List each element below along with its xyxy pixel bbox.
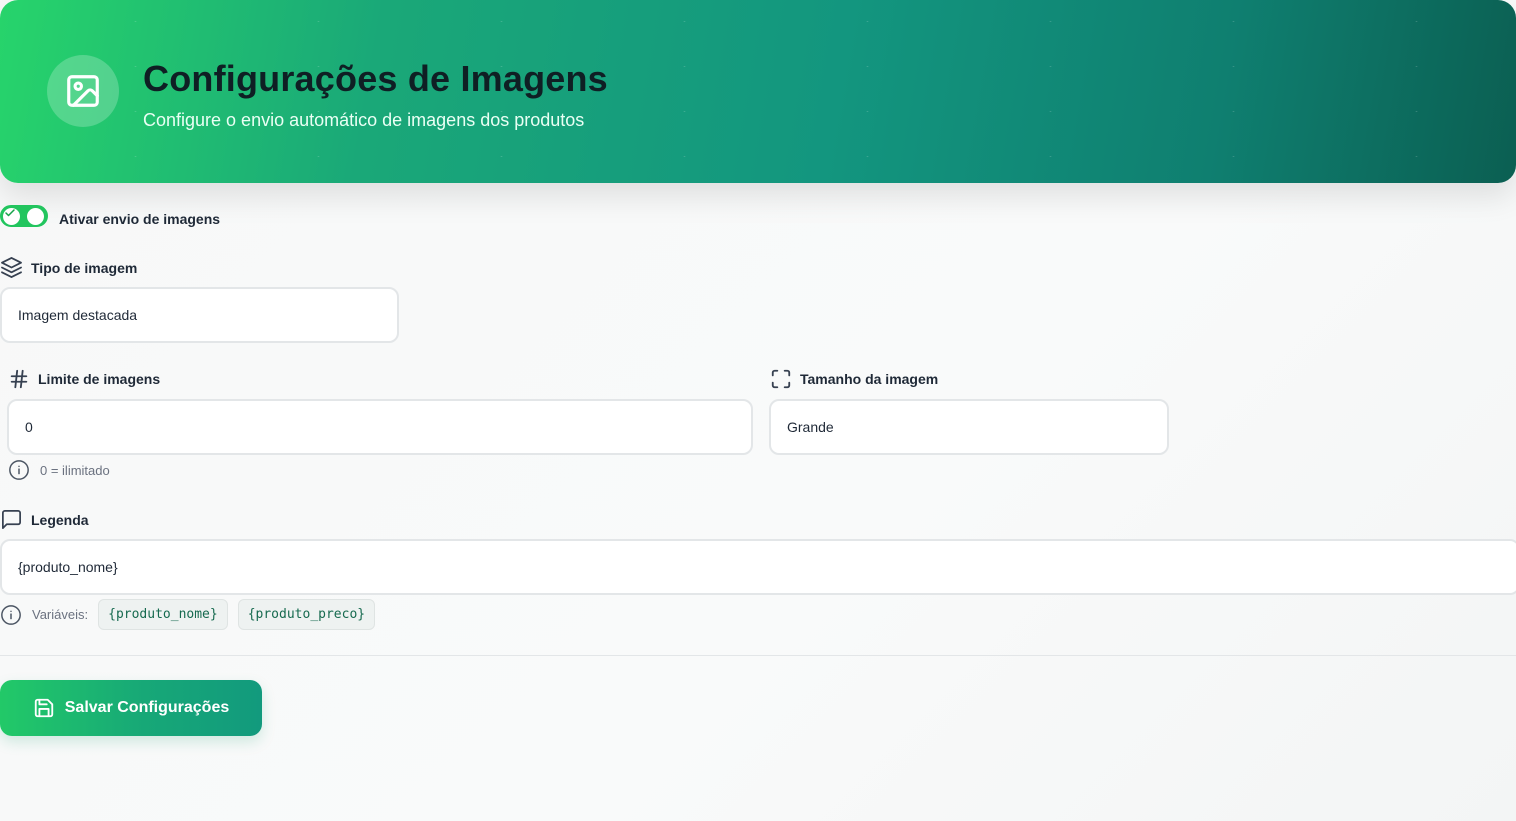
image-type-label-text: Tipo de imagem: [31, 259, 138, 276]
divider: [0, 655, 1516, 656]
image-icon: [47, 55, 119, 127]
save-button-label: Salvar Configurações: [64, 699, 230, 716]
image-size-label-text: Tamanho da imagem: [800, 371, 939, 387]
layers-icon: [1, 257, 22, 278]
save-settings-button[interactable]: Salvar Configurações: [0, 680, 262, 736]
image-size-select[interactable]: Grande: [769, 399, 1169, 455]
caption-variables-hint: Variáveis: {produto_nome} {produto_preco…: [0, 599, 376, 630]
image-limit-label: Limite de imagens: [8, 368, 160, 390]
enable-images-toggle[interactable]: [0, 205, 48, 227]
image-limit-hint: 0 = ilimitado: [8, 459, 110, 481]
variables-label: Variáveis:: [32, 607, 89, 622]
caption-label: Legenda: [0, 508, 89, 531]
caption-label-text: Legenda: [31, 511, 89, 528]
image-type-select[interactable]: Imagem destacada: [0, 287, 399, 343]
hash-icon: [10, 369, 28, 389]
image-settings-page: Configurações de Imagens Configure o env…: [0, 0, 1516, 821]
page-title: Configurações de Imagens: [143, 58, 608, 99]
variable-chip-produto-preco[interactable]: {produto_preco}: [237, 599, 376, 630]
image-limit-hint-text: 0 = ilimitado: [40, 462, 110, 478]
check-icon: [5, 209, 15, 217]
image-limit-input[interactable]: 0: [7, 399, 753, 455]
image-type-label: Tipo de imagem: [0, 256, 137, 279]
info-icon: [1, 604, 21, 625]
enable-images-label: Ativar envio de imagens: [59, 211, 221, 227]
page-subtitle: Configure o envio automático de imagens …: [143, 110, 585, 130]
caption-input[interactable]: {produto_nome}: [0, 539, 1516, 595]
info-icon: [9, 460, 29, 480]
image-size-label: Tamanho da imagem: [770, 368, 938, 390]
toggle-knob: [27, 208, 44, 225]
image-limit-label-text: Limite de imagens: [38, 371, 161, 387]
header-banner: Configurações de Imagens Configure o env…: [0, 0, 1516, 183]
message-square-icon: [2, 510, 21, 529]
save-icon: [34, 698, 53, 718]
maximize-icon: [771, 369, 791, 389]
variable-chip-produto-nome[interactable]: {produto_nome}: [98, 599, 228, 630]
